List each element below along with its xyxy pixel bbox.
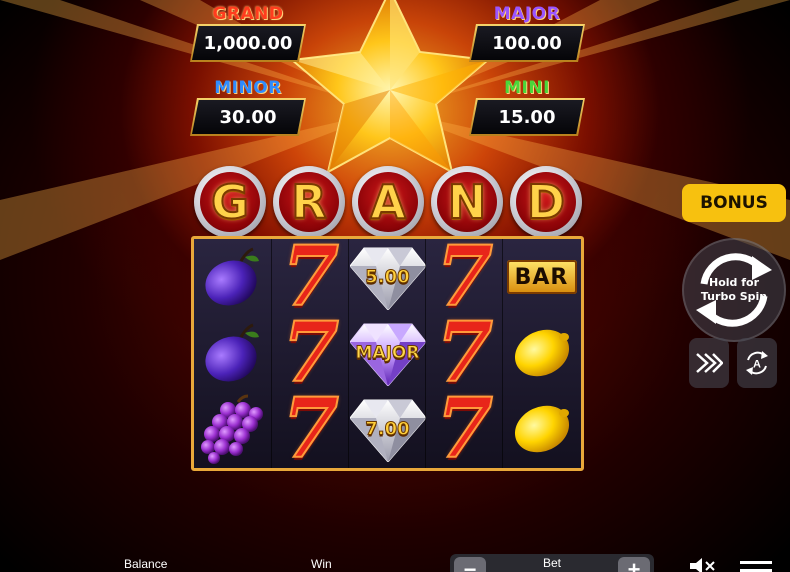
jackpot-minor-value: 30.00	[192, 100, 304, 134]
title-letter: R	[290, 175, 327, 229]
jackpot-major: MAJOR 100.00	[469, 4, 585, 62]
title-coin: D	[510, 166, 582, 238]
reel-cell: MAJOR	[349, 315, 426, 391]
bar-symbol: BAR	[506, 260, 577, 294]
spin-hint-line1: Hold for	[708, 276, 759, 289]
reel-cell: 7	[426, 311, 503, 395]
menu-icon[interactable]	[740, 561, 772, 572]
lemon-icon	[514, 405, 569, 453]
bonus-button[interactable]: BONUS	[682, 184, 786, 222]
jackpot-grand-name: GRAND	[212, 4, 284, 24]
diamond-value: 7.00	[365, 418, 410, 440]
spin-hint-line2: Turbo Spin	[700, 290, 768, 303]
spin-button[interactable]: Hold for Turbo Spin	[682, 238, 786, 342]
reel-cell: 7	[426, 381, 503, 477]
slot-game-screen: GRAND 1,000.00 MAJOR 100.00 MINOR 30.00 …	[0, 0, 790, 572]
reel-2: 7 7 7	[271, 235, 349, 477]
title-coin: A	[352, 166, 424, 238]
jackpot-mini-value: 15.00	[471, 100, 583, 134]
fast-forward-icon	[696, 353, 723, 373]
reel-cell: 7	[272, 311, 349, 395]
reel-cell: 7	[426, 235, 503, 319]
reel-1	[194, 239, 271, 468]
title-letter: D	[526, 175, 566, 229]
balance-label: Balance	[124, 557, 168, 571]
sound-muted-icon[interactable]	[688, 558, 718, 572]
diamond-value: 5.00	[365, 266, 410, 288]
reel-cell	[194, 391, 271, 467]
reel-cell	[503, 391, 580, 467]
title-coin: R	[273, 166, 345, 238]
bet-increase-button[interactable]: +	[618, 557, 650, 572]
grapes-icon	[200, 394, 263, 464]
reel-4: 7 7 7	[425, 235, 503, 477]
reel-3: 5.00 MAJOR 7.00	[348, 239, 426, 468]
title-coin: N	[431, 166, 503, 238]
autoplay-icon: A	[746, 351, 768, 375]
jackpot-grand-value: 1,000.00	[192, 26, 304, 60]
reel-cell	[194, 239, 271, 315]
reel-cell: 7	[272, 235, 349, 319]
bet-decrease-button[interactable]: −	[454, 557, 486, 572]
reel-cell: 5.00	[349, 239, 426, 315]
seven-symbol: 7	[281, 381, 340, 477]
title-coin: G	[194, 166, 266, 238]
spin-hint: Hold for Turbo Spin	[682, 276, 786, 304]
title-letter: G	[210, 175, 250, 229]
autoplay-button[interactable]: A	[737, 338, 777, 388]
reel-5: BAR	[502, 239, 580, 468]
reel-cell: 7.00	[349, 391, 426, 467]
jackpot-mini: MINI 15.00	[469, 78, 585, 136]
title-letter: A	[369, 175, 407, 229]
bar-label: BAR	[514, 264, 569, 290]
autoplay-letter: A	[753, 359, 761, 371]
jackpot-grand: GRAND 1,000.00	[190, 4, 306, 62]
grand-title-coins: G R A N D	[194, 166, 584, 238]
diamond-major-label: MAJOR	[355, 343, 420, 364]
reel-cell	[194, 315, 271, 391]
jackpot-minor: MINOR 30.00	[190, 78, 306, 136]
jackpot-mini-name: MINI	[504, 78, 550, 98]
jackpot-major-value: 100.00	[471, 26, 583, 60]
title-letter: N	[447, 175, 487, 229]
seven-symbol: 7	[435, 381, 494, 477]
win-label: Win	[311, 557, 332, 571]
bet-panel: Bet − +	[450, 554, 654, 572]
reel-cell	[503, 315, 580, 391]
turbo-button[interactable]	[689, 338, 729, 388]
jackpot-minor-name: MINOR	[214, 78, 282, 98]
reel-cell: BAR	[503, 239, 580, 315]
lemon-icon	[514, 329, 569, 377]
plum-icon	[204, 247, 259, 306]
reel-grid: 7 7 7 5.00 MAJOR 7.00 7 7 7 BAR	[191, 235, 584, 477]
jackpot-major-name: MAJOR	[493, 4, 561, 24]
reel-cell: 7	[272, 381, 349, 477]
plum-icon	[204, 323, 259, 382]
